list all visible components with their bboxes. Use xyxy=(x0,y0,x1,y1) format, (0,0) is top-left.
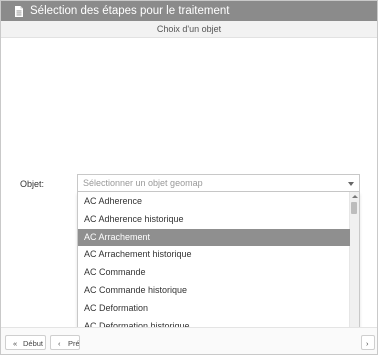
dropdown-option[interactable]: AC Commande historique xyxy=(78,282,350,299)
start-button-label: Début xyxy=(23,339,44,348)
dropdown-option[interactable]: AC Arrachement historique xyxy=(78,246,350,263)
dialog-window: Sélection des étapes pour le traitement … xyxy=(0,0,378,355)
double-chevron-left-icon: « xyxy=(13,339,18,348)
object-select[interactable]: Sélectionner un objet geomap xyxy=(77,174,360,192)
object-select-placeholder: Sélectionner un objet geomap xyxy=(83,178,203,188)
dropdown-option[interactable]: AC Adherence historique xyxy=(78,211,350,228)
title-bar: Sélection des étapes pour le traitement xyxy=(1,1,377,21)
chevron-left-icon: ‹ xyxy=(58,339,61,348)
chevron-right-icon: › xyxy=(366,339,369,348)
section-header: Choix d'un objet xyxy=(1,21,377,38)
object-label: Objet: xyxy=(20,179,45,189)
start-button[interactable]: « Début xyxy=(5,335,46,350)
scrollbar-thumb[interactable] xyxy=(351,202,357,214)
dropdown-option[interactable]: AC Deformation xyxy=(78,300,350,317)
scroll-up-arrow-icon[interactable] xyxy=(352,195,358,198)
chevron-down-icon[interactable] xyxy=(348,182,354,186)
previous-button-label: Pré xyxy=(68,339,80,348)
window-title: Sélection des étapes pour le traitement xyxy=(30,5,230,17)
previous-button[interactable]: ‹ Pré xyxy=(50,335,80,350)
next-button[interactable]: › xyxy=(361,335,375,350)
dropdown-option[interactable]: AC Commande xyxy=(78,264,350,281)
dropdown-option[interactable]: AC Adherence xyxy=(78,193,350,210)
document-icon xyxy=(15,5,23,17)
dropdown-option[interactable]: AC Arrachement xyxy=(78,228,350,246)
wizard-footer: « Début ‹ Pré › xyxy=(1,327,377,354)
